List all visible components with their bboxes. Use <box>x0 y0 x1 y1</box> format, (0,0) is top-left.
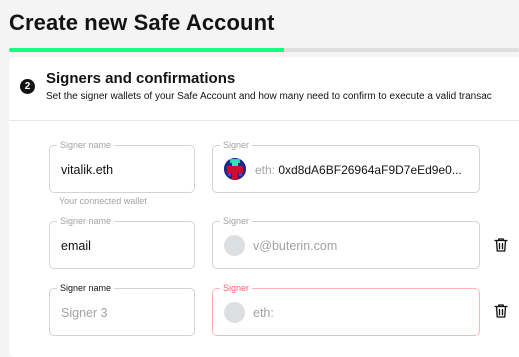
signer-3-name-field[interactable]: Signer name Signer 3 <box>49 282 195 336</box>
signer-2-name-label: Signer name <box>57 215 115 227</box>
page-title: Create new Safe Account <box>9 10 275 35</box>
signer-2-address-label: Signer <box>220 215 253 227</box>
signer-2-name-value: email <box>61 239 91 253</box>
signer-3-avatar <box>224 302 245 323</box>
section-title: Signers and confirmations <box>46 70 236 87</box>
progress-fill <box>9 48 285 52</box>
signer-1-name-field[interactable]: Signer name vitalik.eth <box>49 139 195 193</box>
signer-2-address-value: v@buterin.com <box>253 239 338 253</box>
signer-1-name-value: vitalik.eth <box>61 163 114 177</box>
signer-1-address-label: Signer <box>220 139 253 151</box>
signer-3-name-placeholder: Signer 3 <box>61 306 108 320</box>
signer-2-address-field[interactable]: Signer v@buterin.com <box>212 215 480 269</box>
trash-icon <box>494 304 508 318</box>
signer-1-address-prefix: eth: <box>255 163 276 177</box>
signer-2-delete-button[interactable] <box>492 236 510 254</box>
signer-1-helper-text: Your connected wallet <box>59 196 147 206</box>
signer-3-address-prefix: eth: <box>253 306 274 320</box>
signer-1-address-value: 0xd8dA6BF26964aF9D7eEd9e0... <box>278 163 462 177</box>
signer-2-name-field[interactable]: Signer name email <box>49 215 195 269</box>
progress-bar <box>9 48 519 52</box>
signer-3-address-field[interactable]: Signer eth: <box>212 282 480 336</box>
signer-1-address-field[interactable]: Signer eth: 0xd8dA6BF26964aF9D7eEd9e0... <box>212 139 480 193</box>
signer-1-identicon <box>224 158 246 180</box>
section-description: Set the signer wallets of your Safe Acco… <box>46 91 492 102</box>
step-badge: 2 <box>20 79 35 94</box>
signer-3-address-label: Signer <box>220 282 253 294</box>
signer-2-avatar <box>224 235 245 256</box>
section-divider <box>9 120 519 121</box>
signers-card: 2 Signers and confirmations Set the sign… <box>9 57 519 357</box>
signer-3-name-label: Signer name <box>57 282 115 294</box>
signer-3-delete-button[interactable] <box>492 302 510 320</box>
signer-1-name-label: Signer name <box>57 139 115 151</box>
trash-icon <box>494 238 508 252</box>
